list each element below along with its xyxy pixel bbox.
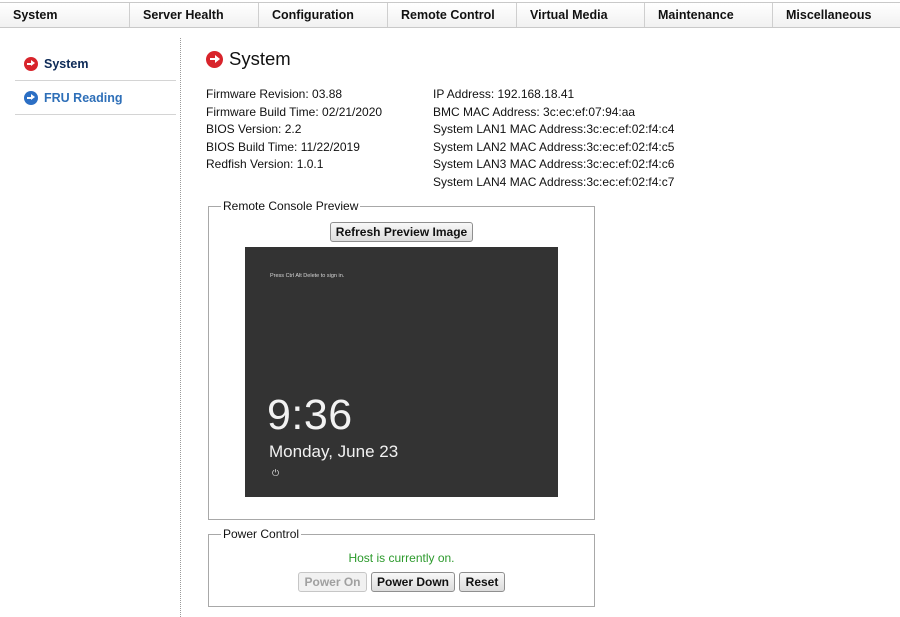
sidebar: System FRU Reading <box>15 47 176 115</box>
reset-button[interactable]: Reset <box>459 572 505 592</box>
system-info-right: IP Address: 192.168.18.41 BMC MAC Addres… <box>433 86 674 192</box>
sidebar-item-label: System <box>44 56 89 71</box>
refresh-preview-button[interactable]: Refresh Preview Image <box>330 222 473 242</box>
power-control-legend: Power Control <box>223 527 300 541</box>
nav-item-system[interactable]: System <box>0 3 130 27</box>
nav-item-configuration[interactable]: Configuration <box>259 3 388 27</box>
power-down-button[interactable]: Power Down <box>371 572 455 592</box>
system-info-left: Firmware Revision: 03.88 Firmware Build … <box>206 86 382 174</box>
preview-signin-hint: Press Ctrl Alt Delete to sign in. <box>270 273 345 279</box>
page-title-text: System <box>229 48 291 69</box>
sidebar-item-system[interactable]: System <box>15 47 176 81</box>
remote-console-legend: Remote Console Preview <box>223 199 359 213</box>
sidebar-divider <box>180 38 181 617</box>
blue-arrow-icon <box>24 90 38 105</box>
top-nav-bar: System Server Health Configuration Remot… <box>0 2 900 28</box>
console-preview-image[interactable]: Press Ctrl Alt Delete to sign in. 9:36 M… <box>245 247 558 497</box>
lan2-mac-address: System LAN2 MAC Address:3c:ec:ef:02:f4:c… <box>433 139 675 154</box>
bios-version: BIOS Version: 2.2 <box>206 122 302 137</box>
host-status-text: Host is currently on. <box>348 551 455 565</box>
nav-item-maintenance[interactable]: Maintenance <box>645 3 773 27</box>
lan1-mac-address: System LAN1 MAC Address:3c:ec:ef:02:f4:c… <box>433 122 675 137</box>
nav-item-server-health[interactable]: Server Health <box>130 3 259 27</box>
nav-item-remote-control[interactable]: Remote Control <box>388 3 517 27</box>
lan3-mac-address: System LAN3 MAC Address:3c:ec:ef:02:f4:c… <box>433 157 675 172</box>
lan4-mac-address: System LAN4 MAC Address:3c:ec:ef:02:f4:c… <box>433 174 675 189</box>
firmware-build-time: Firmware Build Time: 02/21/2020 <box>206 104 383 119</box>
power-on-button[interactable]: Power On <box>298 572 367 592</box>
page-title: System <box>206 48 291 70</box>
power-control-panel: Power Control <box>208 527 595 607</box>
nav-item-miscellaneous[interactable]: Miscellaneous <box>773 3 900 27</box>
redfish-version: Redfish Version: 1.0.1 <box>206 157 324 172</box>
ease-of-access-icon: ⏻ <box>272 468 280 478</box>
bmc-mac-address: BMC MAC Address: 3c:ec:ef:07:94:aa <box>433 104 636 119</box>
bios-build-time: BIOS Build Time: 11/22/2019 <box>206 139 360 154</box>
sidebar-item-label: FRU Reading <box>44 90 123 105</box>
red-arrow-icon <box>206 50 223 68</box>
preview-date: Monday, June 23 <box>269 442 399 461</box>
firmware-revision: Firmware Revision: 03.88 <box>206 87 343 101</box>
red-arrow-icon <box>24 56 38 71</box>
sidebar-item-fru-reading[interactable]: FRU Reading <box>15 81 176 115</box>
ip-address: IP Address: 192.168.18.41 <box>433 87 575 101</box>
nav-item-virtual-media[interactable]: Virtual Media <box>517 3 645 27</box>
preview-clock: 9:36 <box>267 391 353 439</box>
